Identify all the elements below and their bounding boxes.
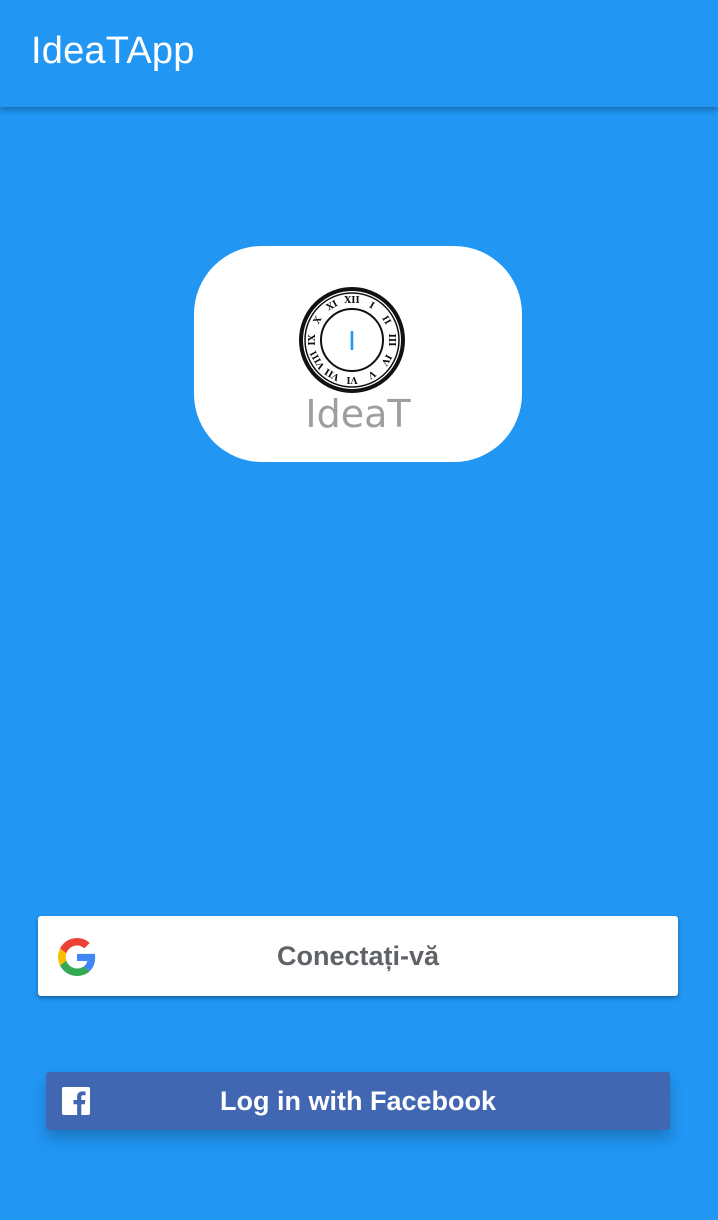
google-sign-in-label: Conectați-vă [276, 941, 440, 971]
logo-card: XII I II III IV V VI VII VIII IX X XI I IdeaT [194, 246, 522, 462]
clock-numeral: IX [308, 334, 318, 345]
app-title: IdeaTApp [31, 30, 195, 72]
app-bar: IdeaTApp [0, 0, 718, 107]
logo-text: IdeaT [305, 392, 411, 436]
clock-numeral: VI [346, 374, 358, 384]
clock-numeral: III [386, 334, 396, 347]
clock-numeral: XII [344, 296, 359, 306]
clock-center-letter: I [348, 327, 356, 357]
clock-logo-icon: XII IIIIIIIVVVIVIIVIIIIXXXI I [299, 287, 405, 393]
facebook-login-label: Log in with Facebook [220, 1086, 496, 1116]
